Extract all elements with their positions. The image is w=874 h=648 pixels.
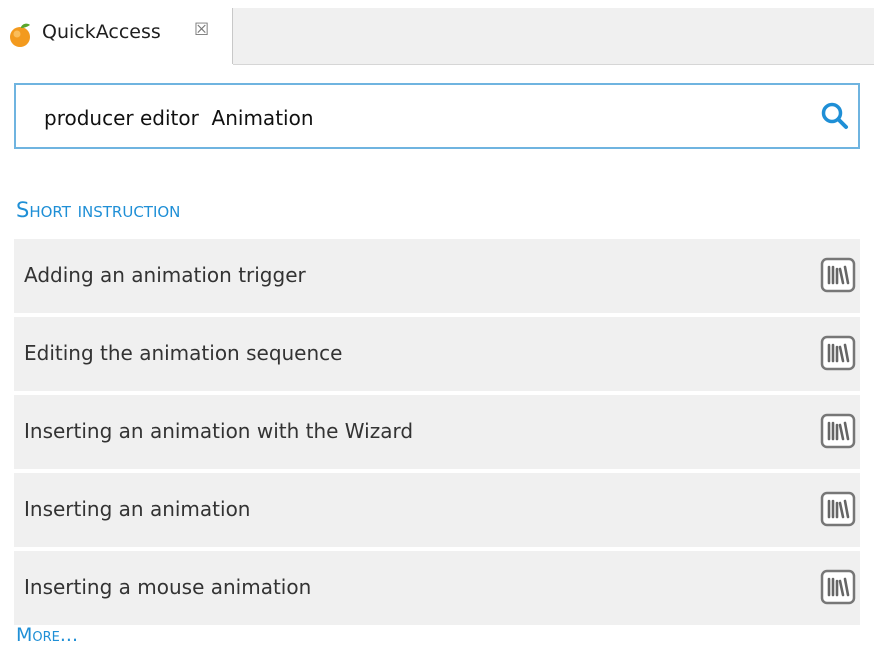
list-item[interactable]: Adding an animation trigger <box>14 239 860 313</box>
list-item-label: Inserting an animation with the Wizard <box>24 419 414 443</box>
list-item-label: Adding an animation trigger <box>24 263 306 287</box>
list-item-label: Editing the animation sequence <box>24 341 343 365</box>
more-link[interactable]: More... <box>16 624 78 646</box>
list-item[interactable]: Inserting a mouse animation <box>14 551 860 625</box>
tab-quickaccess[interactable]: QuickAccess ☒ <box>0 8 233 64</box>
list-item[interactable]: Inserting an animation <box>14 473 860 547</box>
orange-icon <box>10 23 30 47</box>
list-item-label: Inserting an animation <box>24 497 251 521</box>
search-box <box>14 83 860 149</box>
tab-bar-empty-area <box>233 8 874 65</box>
book-icon <box>820 413 856 449</box>
results-list: Adding an animation trigger Editing the … <box>14 239 860 629</box>
book-icon <box>820 257 856 293</box>
list-item[interactable]: Editing the animation sequence <box>14 317 860 391</box>
list-item[interactable]: Inserting an animation with the Wizard <box>14 395 860 469</box>
book-icon <box>820 491 856 527</box>
tab-bar: QuickAccess ☒ <box>0 0 874 65</box>
search-input[interactable] <box>42 103 786 133</box>
section-title: Short instruction <box>16 198 181 222</box>
tab-label: QuickAccess <box>42 21 161 43</box>
book-icon <box>820 569 856 605</box>
book-icon <box>820 335 856 371</box>
search-icon[interactable] <box>820 101 850 131</box>
list-item-label: Inserting a mouse animation <box>24 575 312 599</box>
close-icon[interactable]: ☒ <box>194 20 209 40</box>
